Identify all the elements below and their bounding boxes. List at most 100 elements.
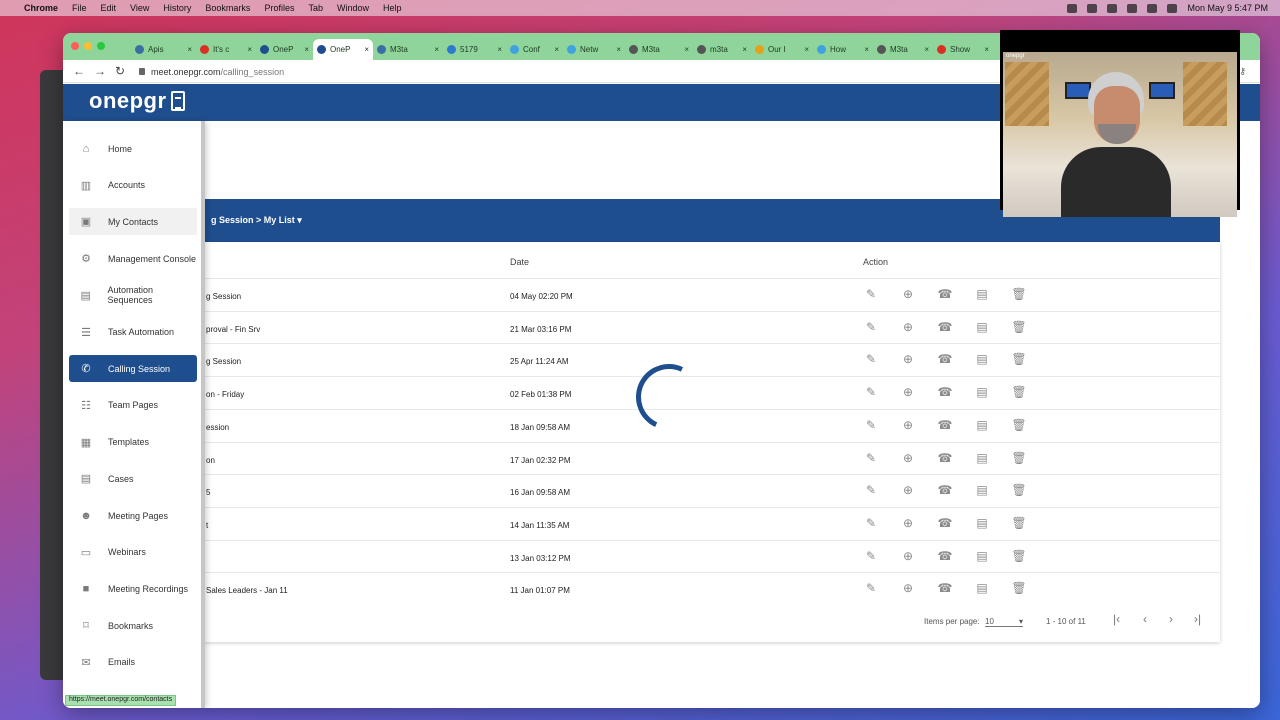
items-per-page-select[interactable]: 10 ▾ <box>985 617 1023 627</box>
report-icon[interactable]: ▤ <box>974 385 990 399</box>
menu-window[interactable]: Window <box>337 3 369 13</box>
session-name[interactable]: on <box>206 456 215 465</box>
browser-tab[interactable]: How × <box>813 39 873 60</box>
report-icon[interactable]: ▤ <box>974 581 990 595</box>
edit-icon[interactable]: ✎ <box>863 320 879 334</box>
call-icon[interactable]: ☎ <box>937 287 953 301</box>
browser-tab[interactable]: M3ta × <box>873 39 933 60</box>
first-page-icon[interactable]: |‹ <box>1113 612 1120 626</box>
back-icon[interactable]: ← <box>73 64 85 78</box>
sidebar-item-meeting-recordings[interactable]: ■ Meeting Recordings <box>69 575 197 602</box>
menu-history[interactable]: History <box>163 3 191 13</box>
add-contact-icon[interactable]: ⊕ <box>900 352 916 366</box>
menu-app[interactable]: Chrome <box>24 3 58 13</box>
call-icon[interactable]: ☎ <box>937 516 953 530</box>
close-tab-icon[interactable]: × <box>434 45 439 54</box>
menu-help[interactable]: Help <box>383 3 402 13</box>
breadcrumb[interactable]: g Session > My List ▾ <box>211 215 302 226</box>
menubar-clock[interactable]: Mon May 9 5:47 PM <box>1187 3 1268 13</box>
table-row[interactable] <box>173 572 1220 605</box>
forward-icon[interactable]: → <box>94 64 106 78</box>
report-icon[interactable]: ▤ <box>974 320 990 334</box>
call-icon[interactable]: ☎ <box>937 320 953 334</box>
report-icon[interactable]: ▤ <box>974 418 990 432</box>
browser-tab[interactable]: M3ta × <box>625 39 693 60</box>
call-icon[interactable]: ☎ <box>937 451 953 465</box>
edit-icon[interactable]: ✎ <box>863 418 879 432</box>
report-icon[interactable]: ▤ <box>974 352 990 366</box>
session-name[interactable]: ession <box>206 423 229 432</box>
browser-tab[interactable]: Apis × <box>131 39 196 60</box>
sidebar-item-automation-sequences[interactable]: ▤ Automation Sequences <box>69 282 197 309</box>
reload-icon[interactable]: ↻ <box>115 64 125 78</box>
edit-icon[interactable]: ✎ <box>863 451 879 465</box>
edit-icon[interactable]: ✎ <box>863 516 879 530</box>
status-icon[interactable] <box>1087 3 1098 13</box>
browser-tab[interactable]: Our I × <box>751 39 813 60</box>
close-tab-icon[interactable]: × <box>742 45 747 54</box>
sidebar-item-accounts[interactable]: ▥ Accounts <box>69 172 197 199</box>
call-icon[interactable]: ☎ <box>937 549 953 563</box>
close-tab-icon[interactable]: × <box>497 45 502 54</box>
table-row[interactable] <box>173 506 1220 540</box>
menu-tab[interactable]: Tab <box>308 3 323 13</box>
edit-icon[interactable]: ✎ <box>863 549 879 563</box>
table-row[interactable] <box>173 474 1220 507</box>
call-icon[interactable]: ☎ <box>937 352 953 366</box>
add-contact-icon[interactable]: ⊕ <box>900 581 916 595</box>
sidebar-item-cases[interactable]: ▤ Cases <box>69 465 197 492</box>
menu-profiles[interactable]: Profiles <box>264 3 294 13</box>
browser-tab[interactable]: Netw × <box>563 39 625 60</box>
report-icon[interactable]: ▤ <box>974 483 990 497</box>
delete-icon[interactable]: 🗑 <box>1011 549 1027 563</box>
delete-icon[interactable]: 🗑 <box>1011 385 1027 399</box>
edit-icon[interactable]: ✎ <box>863 385 879 399</box>
previous-page-icon[interactable]: ‹ <box>1143 612 1147 626</box>
browser-tab[interactable]: 5179 × <box>443 39 506 60</box>
add-contact-icon[interactable]: ⊕ <box>900 451 916 465</box>
delete-icon[interactable]: 🗑 <box>1011 418 1027 432</box>
next-page-icon[interactable]: › <box>1169 612 1173 626</box>
close-tab-icon[interactable]: × <box>247 45 252 54</box>
call-icon[interactable]: ☎ <box>937 418 953 432</box>
add-contact-icon[interactable]: ⊕ <box>900 516 916 530</box>
sidebar-item-bookmarks[interactable]: ⌑ Bookmarks <box>69 612 197 639</box>
browser-tab[interactable]: It's c × <box>196 39 256 60</box>
table-row[interactable] <box>173 278 1220 311</box>
close-tab-icon[interactable]: × <box>304 45 309 54</box>
sidebar-item-emails[interactable]: ✉ Emails <box>69 649 197 676</box>
onepgr-logo[interactable]: onepgr <box>89 88 185 114</box>
report-icon[interactable]: ▤ <box>974 287 990 301</box>
call-icon[interactable]: ☎ <box>937 385 953 399</box>
add-contact-icon[interactable]: ⊕ <box>900 385 916 399</box>
add-contact-icon[interactable]: ⊕ <box>900 483 916 497</box>
report-icon[interactable]: ▤ <box>974 549 990 563</box>
delete-icon[interactable]: 🗑 <box>1011 516 1027 530</box>
add-contact-icon[interactable]: ⊕ <box>900 549 916 563</box>
sidebar-item-management-console[interactable]: ⚙ Management Console <box>69 245 197 272</box>
session-name[interactable]: g Session <box>206 357 241 366</box>
table-row[interactable] <box>173 539 1220 573</box>
call-icon[interactable]: ☎ <box>937 581 953 595</box>
menu-bookmarks[interactable]: Bookmarks <box>205 3 250 13</box>
status-icon[interactable] <box>1067 3 1078 13</box>
session-name[interactable]: t <box>206 521 208 530</box>
zoom-window-button[interactable] <box>97 42 105 50</box>
delete-icon[interactable]: 🗑 <box>1011 581 1027 595</box>
edit-icon[interactable]: ✎ <box>863 352 879 366</box>
column-header-date[interactable]: Date <box>510 257 529 267</box>
sidebar-item-my-contacts[interactable]: ▣ My Contacts <box>69 208 197 236</box>
menu-edit[interactable]: Edit <box>101 3 117 13</box>
sidebar-item-templates[interactable]: ▦ Templates <box>69 429 197 456</box>
delete-icon[interactable]: 🗑 <box>1011 451 1027 465</box>
close-tab-icon[interactable]: × <box>616 45 621 54</box>
table-row[interactable] <box>173 441 1220 475</box>
sidebar-item-task-automation[interactable]: ☰ Task Automation <box>69 319 197 346</box>
edit-icon[interactable]: ✎ <box>863 581 879 595</box>
menu-file[interactable]: File <box>72 3 87 13</box>
report-icon[interactable]: ▤ <box>974 516 990 530</box>
add-contact-icon[interactable]: ⊕ <box>900 320 916 334</box>
edit-icon[interactable]: ✎ <box>863 287 879 301</box>
close-tab-icon[interactable]: × <box>554 45 559 54</box>
search-icon[interactable] <box>1167 3 1178 13</box>
